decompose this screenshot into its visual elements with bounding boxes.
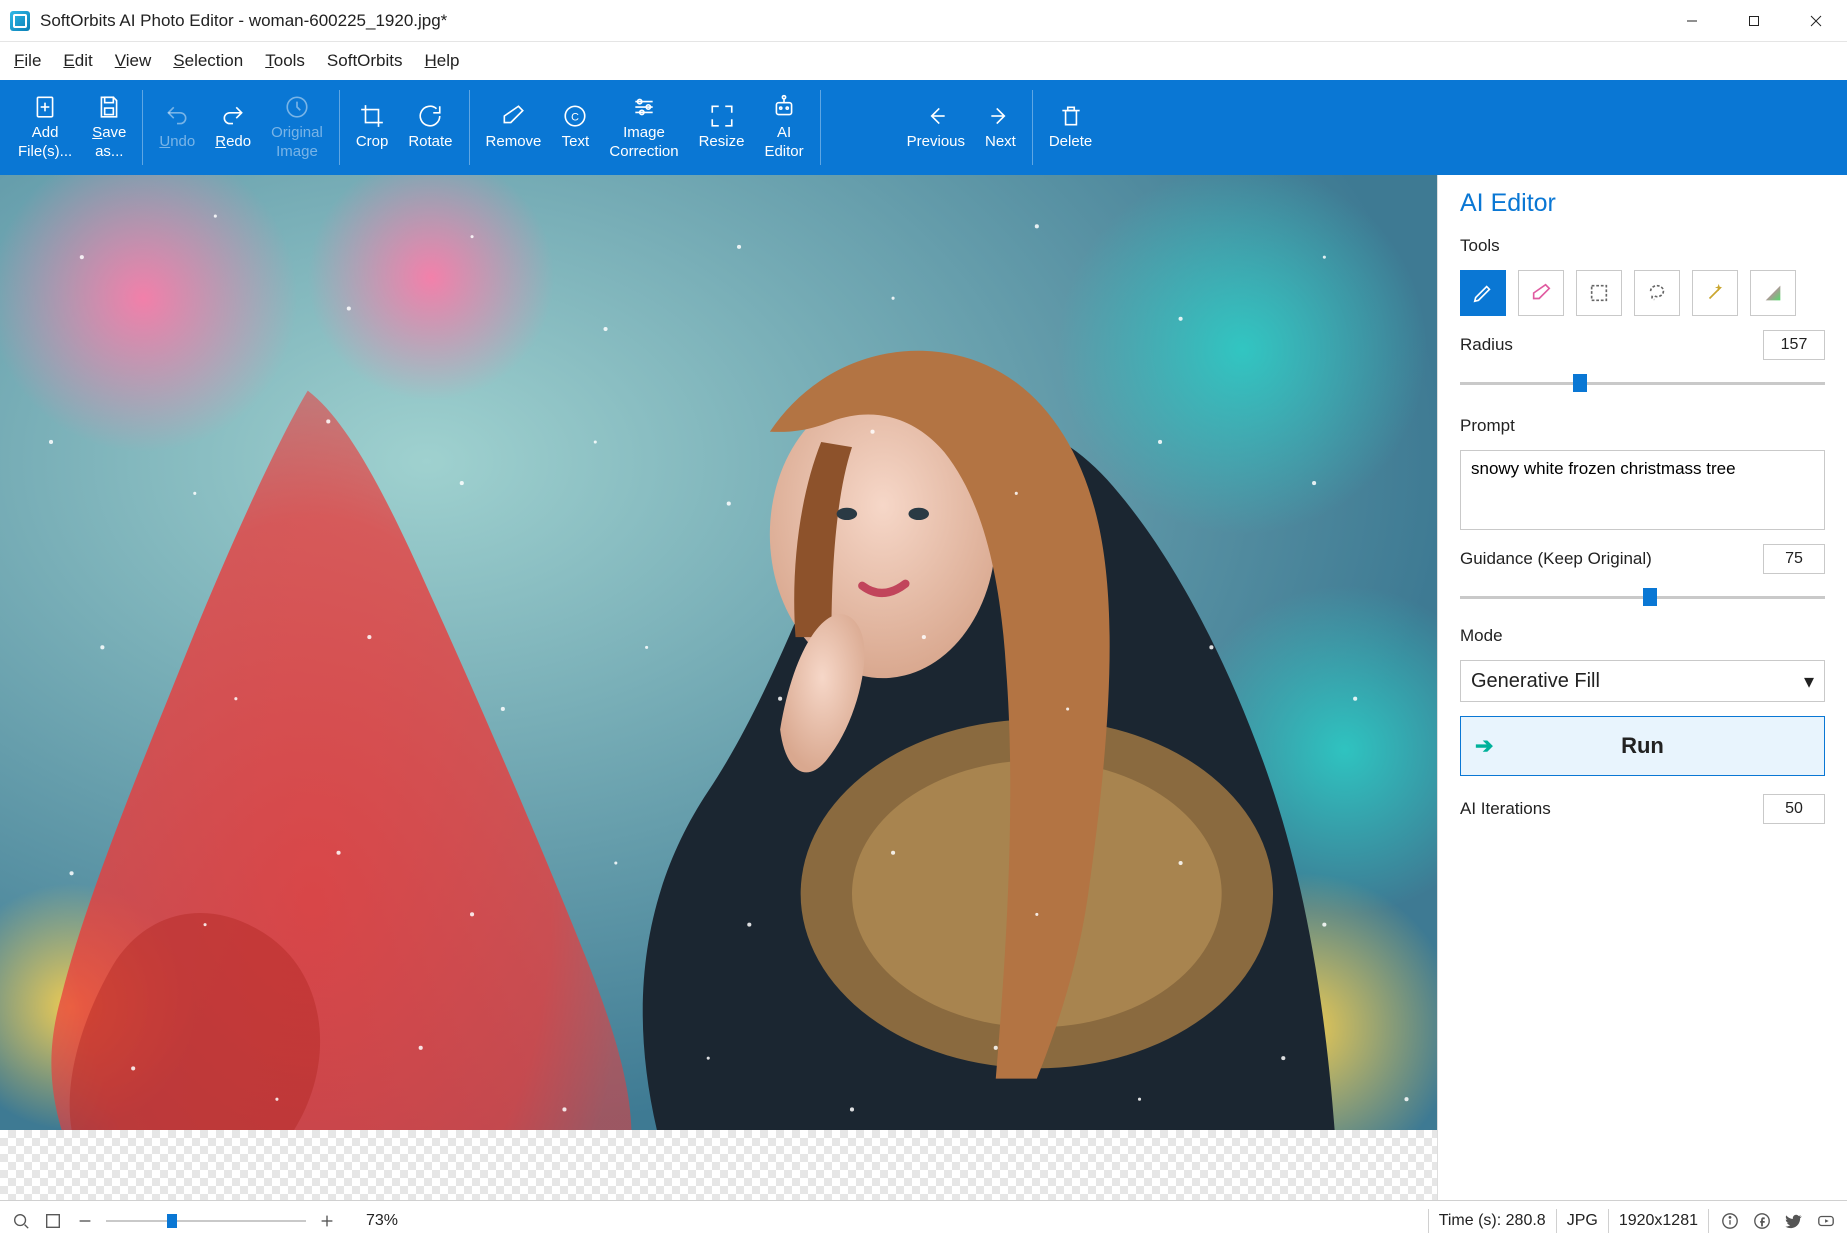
rotate-button[interactable]: Rotate bbox=[398, 80, 462, 175]
ai-editor-button[interactable]: AIEditor bbox=[754, 80, 813, 175]
original-image-button[interactable]: OriginalImage bbox=[261, 80, 333, 175]
next-button[interactable]: Next bbox=[975, 80, 1026, 175]
arrow-left-icon bbox=[923, 103, 949, 129]
menu-view[interactable]: View bbox=[115, 51, 152, 71]
close-button[interactable] bbox=[1785, 0, 1847, 42]
resize-button[interactable]: Resize bbox=[689, 80, 755, 175]
delete-button[interactable]: Delete bbox=[1039, 80, 1102, 175]
menu-tools[interactable]: Tools bbox=[265, 51, 305, 71]
save-icon bbox=[96, 94, 122, 120]
arrow-right-icon bbox=[987, 103, 1013, 129]
rotate-icon bbox=[417, 103, 443, 129]
eraser-icon bbox=[500, 103, 526, 129]
twitter-icon[interactable] bbox=[1783, 1210, 1805, 1232]
menu-selection[interactable]: Selection bbox=[173, 51, 243, 71]
status-dimensions: 1920x1281 bbox=[1619, 1212, 1698, 1230]
svg-text:C: C bbox=[571, 111, 579, 123]
menu-file[interactable]: File bbox=[14, 51, 41, 71]
image-correction-button[interactable]: ImageCorrection bbox=[599, 80, 688, 175]
canvas[interactable] bbox=[0, 175, 1437, 1200]
gradient-tool[interactable] bbox=[1750, 270, 1796, 316]
zoom-slider[interactable] bbox=[106, 1212, 306, 1230]
menu-help[interactable]: Help bbox=[425, 51, 460, 71]
text-button[interactable]: C Text bbox=[551, 80, 599, 175]
prompt-label: Prompt bbox=[1460, 416, 1825, 436]
guidance-label: Guidance (Keep Original) bbox=[1460, 549, 1652, 569]
trash-icon bbox=[1058, 103, 1084, 129]
rect-select-tool[interactable] bbox=[1576, 270, 1622, 316]
ai-icon bbox=[771, 94, 797, 120]
canvas-checker-background bbox=[0, 1130, 1437, 1200]
facebook-icon[interactable] bbox=[1751, 1210, 1773, 1232]
menu-softorbits[interactable]: SoftOrbits bbox=[327, 51, 403, 71]
crop-icon bbox=[359, 103, 385, 129]
guidance-value[interactable]: 75 bbox=[1763, 544, 1825, 574]
iterations-value[interactable]: 50 bbox=[1763, 794, 1825, 824]
fit-screen-icon[interactable] bbox=[42, 1210, 64, 1232]
radius-label: Radius bbox=[1460, 335, 1513, 355]
photo-preview bbox=[0, 175, 1437, 1130]
menubar: File Edit View Selection Tools SoftOrbit… bbox=[0, 42, 1847, 80]
prompt-input[interactable] bbox=[1460, 450, 1825, 530]
chevron-down-icon: ▾ bbox=[1804, 669, 1814, 694]
status-format: JPG bbox=[1567, 1212, 1598, 1230]
remove-button[interactable]: Remove bbox=[476, 80, 552, 175]
statusbar: 73% Time (s): 280.8 JPG 1920x1281 bbox=[0, 1200, 1847, 1240]
history-icon bbox=[284, 94, 310, 120]
run-label: Run bbox=[1621, 733, 1664, 759]
radius-value[interactable]: 157 bbox=[1763, 330, 1825, 360]
mode-select[interactable]: Generative Fill ▾ bbox=[1460, 660, 1825, 702]
crop-button[interactable]: Crop bbox=[346, 80, 399, 175]
iterations-label: AI Iterations bbox=[1460, 799, 1551, 819]
add-file-icon bbox=[32, 94, 58, 120]
undo-button[interactable]: Undo bbox=[149, 80, 205, 175]
resize-icon bbox=[709, 103, 735, 129]
lasso-tool[interactable] bbox=[1634, 270, 1680, 316]
redo-button[interactable]: Redo bbox=[205, 80, 261, 175]
run-arrow-icon: ➔ bbox=[1475, 733, 1493, 759]
redo-icon bbox=[220, 103, 246, 129]
tools-label: Tools bbox=[1460, 236, 1825, 256]
toolbar: AddFile(s)... Saveas... Undo Redo Origin… bbox=[0, 80, 1847, 175]
window-title: SoftOrbits AI Photo Editor - woman-60022… bbox=[40, 11, 447, 31]
status-time: Time (s): 280.8 bbox=[1439, 1212, 1546, 1230]
youtube-icon[interactable] bbox=[1815, 1210, 1837, 1232]
undo-icon bbox=[164, 103, 190, 129]
titlebar: SoftOrbits AI Photo Editor - woman-60022… bbox=[0, 0, 1847, 42]
brush-tool[interactable] bbox=[1460, 270, 1506, 316]
magic-wand-tool[interactable] bbox=[1692, 270, 1738, 316]
previous-button[interactable]: Previous bbox=[897, 80, 975, 175]
zoom-in-icon[interactable] bbox=[316, 1210, 338, 1232]
maximize-button[interactable] bbox=[1723, 0, 1785, 42]
info-icon[interactable] bbox=[1719, 1210, 1741, 1232]
sliders-icon bbox=[631, 94, 657, 120]
ai-editor-panel: AI Editor Tools Radius 157 Prompt Guidan… bbox=[1437, 175, 1847, 1200]
zoom-out-icon[interactable] bbox=[74, 1210, 96, 1232]
mode-value: Generative Fill bbox=[1471, 670, 1600, 693]
mode-label: Mode bbox=[1460, 626, 1825, 646]
save-as-button[interactable]: Saveas... bbox=[82, 80, 136, 175]
zoom-actual-icon[interactable] bbox=[10, 1210, 32, 1232]
minimize-button[interactable] bbox=[1661, 0, 1723, 42]
app-icon bbox=[10, 11, 30, 31]
panel-title: AI Editor bbox=[1460, 189, 1825, 218]
guidance-slider[interactable] bbox=[1460, 588, 1825, 606]
zoom-percent: 73% bbox=[366, 1212, 398, 1230]
run-button[interactable]: ➔ Run bbox=[1460, 716, 1825, 776]
menu-edit[interactable]: Edit bbox=[63, 51, 92, 71]
radius-slider[interactable] bbox=[1460, 374, 1825, 392]
erase-tool[interactable] bbox=[1518, 270, 1564, 316]
add-files-button[interactable]: AddFile(s)... bbox=[8, 80, 82, 175]
text-icon: C bbox=[562, 103, 588, 129]
